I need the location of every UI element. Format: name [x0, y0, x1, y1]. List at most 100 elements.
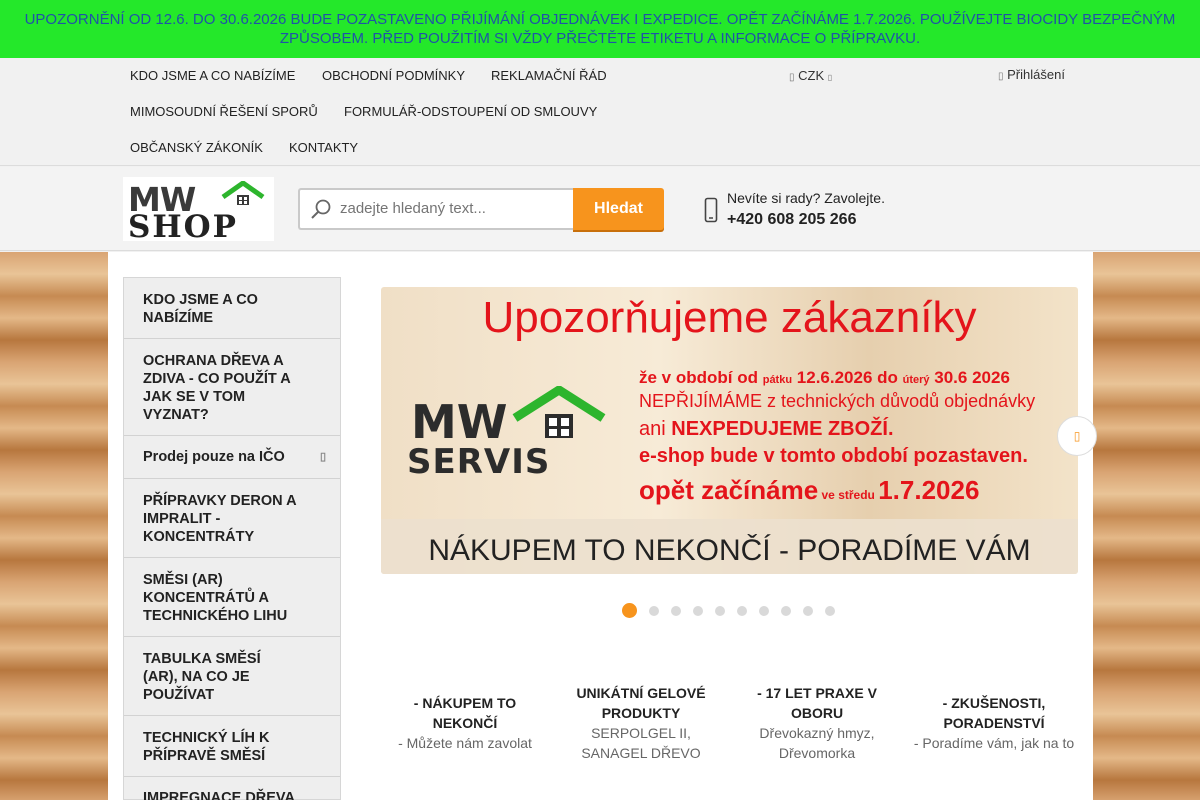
currency-label: CZK	[798, 68, 825, 83]
feature-description: - Můžete nám zavolat	[398, 735, 532, 751]
search-box	[298, 188, 574, 230]
search-icon	[311, 199, 331, 219]
sidebar-item-label: OCHRANA DŘEVA A	[143, 353, 284, 369]
feature-title: - ZKUŠENOSTI,	[942, 695, 1046, 711]
sidebar-item-label: PŘÍPRAVĚ SMĚSÍ	[143, 748, 266, 764]
announcement-line-2: ZPŮSOBEM. PŘED POUŽITÍM SI VŽDY PŘEČTĚTE…	[279, 30, 921, 47]
carousel-dot[interactable]	[671, 606, 681, 616]
feature-gel-products: UNIKÁTNÍ GELOVÉ PRODUKTY SERPOLGEL II, S…	[556, 683, 726, 763]
banner-text: pátku	[762, 374, 793, 386]
sidebar-item-deron-impralit[interactable]: PŘÍPRAVKY DERON A IMPRALIT - KONCENTRÁTY	[124, 479, 340, 558]
sidebar-item-label: TECHNICKÉHO LIHU	[143, 608, 288, 624]
feature-title: - 17 LET PRAXE V	[757, 685, 877, 701]
search-input[interactable]	[340, 200, 560, 217]
banner-text: že v období od	[639, 368, 763, 387]
carousel-dot[interactable]	[737, 606, 747, 616]
carousel-dot[interactable]	[715, 606, 725, 616]
currency-selector[interactable]: ▯ CZK ▯	[789, 68, 832, 83]
banner-line-paused: e-shop bude v tomto období pozastaven.	[639, 445, 1028, 467]
user-icon: ▯	[998, 71, 1004, 82]
chevron-right-icon: ▯	[319, 451, 326, 463]
sidebar-item-label: KDO JSME A CO	[143, 292, 258, 308]
banner-text: 1.7.2026	[878, 475, 980, 505]
nav-link-dispute-resolution[interactable]: MIMOSOUDNÍ ŘEŠENÍ SPORŮ	[130, 104, 318, 119]
chevron-down-icon: ▯	[827, 73, 833, 82]
sidebar-item-label: TECHNICKÝ LÍH K	[143, 730, 270, 746]
sidebar-item-label: IMPRALIT -	[143, 511, 221, 527]
sidebar-item-label: POUŽÍVAT	[143, 687, 215, 703]
search-button[interactable]: Hledat	[573, 188, 664, 230]
sidebar-item-label: (AR), NA CO JE	[143, 669, 250, 685]
phone-number[interactable]: +420 608 205 266	[727, 211, 856, 229]
sidebar-item-mixtures[interactable]: SMĚSI (AR) KONCENTRÁTŮ A TECHNICKÉHO LIH…	[124, 558, 340, 637]
nav-link-withdrawal-form[interactable]: FORMULÁŘ-ODSTOUPENÍ OD SMLOUVY	[344, 104, 597, 119]
nav-link-complaints[interactable]: REKLAMAČNÍ ŘÁD	[491, 68, 607, 83]
carousel-dot[interactable]	[759, 606, 769, 616]
login-label: Přihlášení	[1007, 67, 1065, 82]
carousel-dot[interactable]	[803, 606, 813, 616]
feature-title: PRODUKTY	[601, 705, 681, 721]
promo-banner[interactable]: Upozorňujeme zákazníky že v období od pá…	[381, 287, 1078, 574]
servis-logo-text-top: MW	[411, 395, 508, 449]
banner-tagline: NÁKUPEM TO NEKONČÍ - PORADÍME VÁM	[381, 519, 1078, 574]
banner-text: úterý	[902, 374, 930, 386]
sidebar-item-label: VYZNAT?	[143, 407, 209, 423]
banner-text: ve středu	[818, 488, 879, 502]
phone-icon	[704, 197, 718, 223]
banner-line-orders: NEPŘIJÍMÁME z technických důvodů objedná…	[639, 391, 1036, 411]
help-text: Nevíte si rady? Zavolejte.	[727, 190, 885, 206]
site-logo[interactable]: MW SHOP	[123, 177, 274, 245]
sidebar-item-about[interactable]: KDO JSME A CO NABÍZÍME	[124, 278, 340, 339]
banner-line-shipping: ani NEXPEDUJEME ZBOŽÍ.	[639, 418, 894, 441]
announcement-bar: UPOZORNĚNÍ OD 12.6. DO 30.6.2026 BUDE PO…	[0, 0, 1200, 58]
feature-description: SANAGEL DŘEVO	[581, 745, 701, 761]
sidebar-item-label: PŘÍPRAVKY DERON A	[143, 493, 297, 509]
banner-text: opět začínáme	[639, 475, 819, 505]
sidebar-item-label: KONCENTRÁTŮ A	[143, 590, 269, 606]
feature-title: PORADENSTVÍ	[943, 715, 1045, 731]
carousel-dot[interactable]	[649, 606, 659, 616]
nav-link-terms[interactable]: OBCHODNÍ PODMÍNKY	[322, 68, 465, 83]
chevron-right-icon: ▯	[1073, 429, 1081, 443]
feature-title: - NÁKUPEM TO	[413, 695, 517, 711]
sidebar-item-wood-impregnation[interactable]: IMPREGNACE DŘEVA	[124, 777, 340, 800]
sidebar-item-company-sales[interactable]: Prodej pouze na IČO ▯	[124, 436, 340, 479]
site-header: MW SHOP Hledat Nevíte si rady? Zavolejte…	[0, 167, 1200, 251]
banner-line-restart: opět začínáme ve středu 1.7.2026	[639, 475, 979, 506]
nav-link-contacts[interactable]: KONTAKTY	[289, 140, 358, 155]
announcement-line-1: UPOZORNĚNÍ OD 12.6. DO 30.6.2026 BUDE PO…	[24, 11, 1176, 28]
sidebar-item-technical-alcohol[interactable]: TECHNICKÝ LÍH K PŘÍPRAVĚ SMĚSÍ	[124, 716, 340, 777]
sidebar-item-label: NABÍZÍME	[143, 310, 214, 326]
carousel-dot[interactable]	[825, 606, 835, 616]
nav-link-about[interactable]: KDO JSME A CO NABÍZÍME	[130, 68, 295, 83]
sidebar-item-label: ZDIVA - CO POUŽÍT A	[143, 371, 291, 387]
feature-title: UNIKÁTNÍ GELOVÉ	[576, 685, 706, 701]
banner-line-dates: že v období od pátku 12.6.2026 do úterý …	[639, 368, 1010, 388]
sidebar-item-wood-protection[interactable]: OCHRANA DŘEVA A ZDIVA - CO POUŽÍT A JAK …	[124, 339, 340, 436]
feature-description: Dřevomorka	[778, 745, 856, 761]
banner-text: NEXPEDUJEME ZBOŽÍ.	[671, 418, 894, 440]
login-link[interactable]: ▯ Přihlášení	[998, 67, 1065, 82]
nav-link-civil-code[interactable]: OBČANSKÝ ZÁKONÍK	[130, 140, 263, 155]
feature-description: - Poradíme vám, jak na to	[913, 735, 1075, 751]
servis-logo-text-bottom: SERVIS	[407, 442, 551, 482]
currency-icon: ▯	[789, 72, 795, 83]
feature-description: Dřevokazný hmyz,	[759, 725, 875, 741]
feature-title: NEKONČÍ	[432, 715, 498, 731]
sidebar-item-mixture-table[interactable]: TABULKA SMĚSÍ (AR), NA CO JE POUŽÍVAT	[124, 637, 340, 716]
banner-text: 30.6 2026	[929, 368, 1010, 387]
sidebar-item-label: TABULKA SMĚSÍ	[143, 651, 261, 667]
banner-text: 12.6.2026 do	[792, 368, 903, 387]
feature-experience: - 17 LET PRAXE V OBORU Dřevokazný hmyz, …	[732, 683, 902, 763]
top-navigation: KDO JSME A CO NABÍZÍME OBCHODNÍ PODMÍNKY…	[0, 58, 1200, 166]
feature-description: SERPOLGEL II,	[591, 725, 691, 741]
sidebar-item-label: KONCENTRÁTY	[143, 529, 255, 545]
feature-consulting: - ZKUŠENOSTI, PORADENSTVÍ - Poradíme vám…	[909, 693, 1079, 753]
feature-no-end: - NÁKUPEM TO NEKONČÍ - Můžete nám zavola…	[380, 693, 550, 753]
carousel-dot[interactable]	[622, 603, 637, 618]
feature-title: OBORU	[790, 705, 844, 721]
carousel-next-button[interactable]: ▯	[1057, 416, 1097, 456]
banner-headline: Upozorňujeme zákazníky	[482, 293, 977, 342]
carousel-dot[interactable]	[693, 606, 703, 616]
carousel-dot[interactable]	[781, 606, 791, 616]
